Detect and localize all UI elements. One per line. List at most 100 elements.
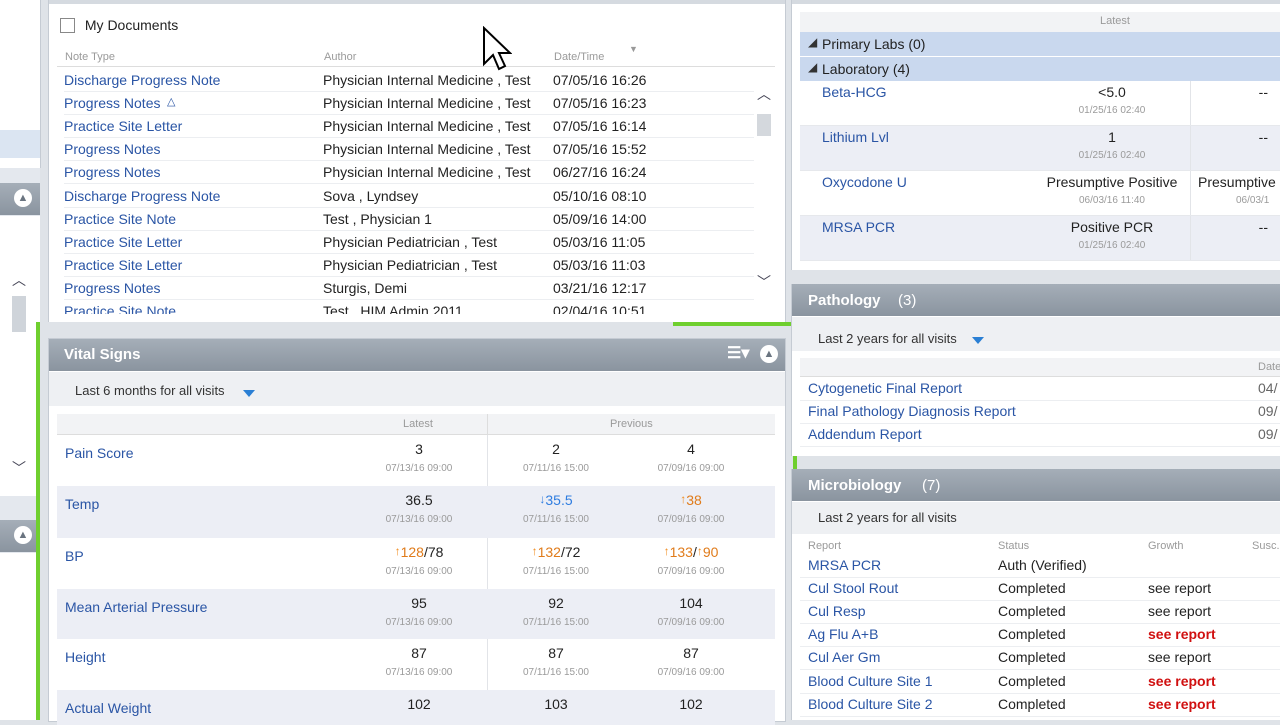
laboratory-group[interactable]: ◢ Laboratory (4) [800, 56, 1280, 81]
document-note-type[interactable]: Practice Site Letter [64, 118, 182, 134]
micro-report-name[interactable]: Blood Culture Site 2 [808, 696, 933, 712]
vital-name[interactable]: Height [65, 649, 105, 665]
my-documents-filter[interactable]: My Documents [60, 16, 178, 33]
lab-row[interactable]: MRSA PCR Positive PCR 01/25/16 02:40 -- [800, 216, 1280, 261]
document-note-type[interactable]: Practice Site Note [64, 211, 176, 227]
pathology-report-name[interactable]: Addendum Report [808, 426, 922, 442]
pathology-count: (3) [898, 292, 917, 309]
vital-name[interactable]: BP [65, 548, 84, 564]
document-row[interactable]: Discharge Progress Note Physician Interna… [64, 68, 754, 92]
micro-growth-link[interactable]: see report [1148, 603, 1211, 619]
microbiology-row[interactable]: Cul Aer Gm Completed see report [800, 646, 1280, 671]
document-row[interactable]: Practice Site Note Test , HIM Admin 2011 0… [64, 299, 754, 314]
vital-name[interactable]: Temp [65, 496, 99, 512]
vital-value-text: 2 [552, 441, 560, 457]
document-note-type[interactable]: Progress Notes [64, 95, 160, 111]
vital-row[interactable]: BP ↑128/78 07/13/16 09:00 ↑132/72 07/11/16 1… [57, 538, 775, 589]
lab-row[interactable]: Lithium Lvl 1 01/25/16 02:40 -- [800, 126, 1280, 171]
lab-name[interactable]: Oxycodone U [822, 174, 907, 190]
document-note-type[interactable]: Practice Site Note [64, 303, 176, 314]
document-row[interactable]: Practice Site Letter Physician Pediatrici… [64, 253, 754, 277]
lab-row[interactable]: Oxycodone U Presumptive Positive 06/03/16 … [800, 171, 1280, 216]
document-row[interactable]: Progress Notes Physician Internal Medicin… [64, 137, 754, 162]
micro-report-name[interactable]: Cul Stool Rout [808, 580, 898, 596]
lab-row[interactable]: Beta-HCG <5.0 01/25/16 02:40 -- [800, 81, 1280, 126]
document-row[interactable]: Practice Site Letter Physician Pediatrici… [64, 230, 754, 254]
document-note-type[interactable]: Discharge Progress Note [64, 188, 220, 204]
document-note-type[interactable]: Practice Site Letter [64, 257, 182, 273]
micro-status: Completed [998, 580, 1066, 597]
micro-report-name[interactable]: Ag Flu A+B [808, 626, 878, 642]
lab-latest-cell: <5.0 01/25/16 02:40 [1032, 84, 1192, 116]
expand-triangle-icon[interactable]: ◢ [808, 35, 817, 49]
collapse-icon[interactable]: ▲ [14, 189, 32, 207]
vital-name[interactable]: Mean Arterial Pressure [65, 599, 207, 615]
micro-growth-link[interactable]: see report [1148, 626, 1216, 642]
document-note-type[interactable]: Progress Notes [64, 141, 160, 157]
scroll-up-icon[interactable]: ︿ [757, 84, 771, 104]
micro-report-name[interactable]: Cul Aer Gm [808, 649, 880, 665]
scroll-up-icon[interactable]: ︿ [12, 270, 26, 290]
microbiology-row[interactable]: Cul Resp Completed see report [800, 600, 1280, 625]
collapse-icon[interactable]: ▲ [760, 345, 778, 363]
collapse-icon[interactable]: ▲ [14, 526, 32, 544]
vital-name[interactable]: Pain Score [65, 445, 133, 461]
pathology-row[interactable]: Cytogenetic Final Report 04/ [800, 377, 1280, 401]
filter-dropdown-icon[interactable] [243, 384, 255, 400]
microbiology-row[interactable]: MRSA PCR Auth (Verified) [800, 554, 1280, 578]
col-note-type[interactable]: Note Type [65, 51, 115, 63]
microbiology-row[interactable]: Blood Culture Site 1 Completed see report [800, 670, 1280, 694]
document-note-type[interactable]: Progress Notes [64, 280, 160, 296]
filter-dropdown-icon[interactable] [972, 331, 984, 347]
pathology-report-name[interactable]: Final Pathology Diagnosis Report [808, 403, 1016, 419]
vital-row[interactable]: Pain Score 3 07/13/16 09:00 2 07/11/16 15:00… [57, 435, 775, 486]
document-note-type[interactable]: Practice Site Letter [64, 234, 182, 250]
microbiology-row[interactable]: Cul Stool Rout Completed see report [800, 577, 1280, 602]
pathology-row[interactable]: Final Pathology Diagnosis Report 09/ [800, 400, 1280, 424]
scroll-down-icon[interactable]: ﹀ [12, 458, 26, 478]
micro-growth-link[interactable]: see report [1148, 580, 1211, 596]
pathology-report-name[interactable]: Cytogenetic Final Report [808, 380, 962, 396]
micro-report-name[interactable]: Cul Resp [808, 603, 866, 619]
primary-labs-group[interactable]: ◢ Primary Labs (0) [800, 32, 1280, 56]
scroll-down-icon[interactable]: ﹀ [757, 272, 771, 292]
my-documents-checkbox[interactable] [60, 17, 75, 33]
scrollbar-thumb[interactable] [12, 296, 26, 332]
vital-row[interactable]: Temp 36.5 07/13/16 09:00 ↓35.5 07/11/16 15:0… [57, 486, 775, 538]
micro-report-name[interactable]: Blood Culture Site 1 [808, 673, 933, 689]
micro-growth-link[interactable]: see report [1148, 696, 1216, 712]
menu-icon[interactable]: ☰▾ [727, 343, 749, 363]
lab-name[interactable]: MRSA PCR [822, 219, 895, 235]
lab-name[interactable]: Lithium Lvl [822, 129, 889, 145]
vital-signs-filter[interactable]: Last 6 months for all visits [49, 372, 785, 406]
pathology-row[interactable]: Addendum Report 09/ [800, 423, 1280, 447]
vital-value-cell: 87 07/11/16 15:00 [496, 645, 616, 678]
expand-triangle-icon[interactable]: ◢ [808, 60, 817, 74]
vital-row[interactable]: Height 87 07/13/16 09:00 87 07/11/16 15:00 87… [57, 639, 775, 690]
vital-row[interactable]: Mean Arterial Pressure 95 07/13/16 09:00 92… [57, 589, 775, 639]
document-row[interactable]: Progress Notes Physician Internal Medicin… [64, 160, 754, 185]
micro-growth-link[interactable]: see report [1148, 649, 1211, 665]
document-row[interactable]: Practice Site Letter Physician Internal M… [64, 114, 754, 139]
micro-growth-link[interactable]: see report [1148, 673, 1216, 689]
document-note-type[interactable]: Progress Notes [64, 164, 160, 180]
document-row[interactable]: Discharge Progress Note Sova , Lyndsey 05/… [64, 184, 754, 208]
document-note-type[interactable]: Discharge Progress Note [64, 72, 220, 88]
col-date-time[interactable]: Date/Time [554, 51, 604, 63]
sort-descending-icon[interactable]: ▼ [629, 44, 638, 54]
microbiology-row[interactable]: Ag Flu A+B Completed see report [800, 623, 1280, 648]
micro-status: Completed [998, 672, 1066, 689]
microbiology-row[interactable]: Blood Culture Site 2 Completed see report [800, 693, 1280, 717]
vital-timestamp: 07/11/16 15:00 [523, 514, 589, 525]
documents-scrollbar[interactable]: ︿ ﹀ [753, 80, 777, 300]
lab-name[interactable]: Beta-HCG [822, 84, 887, 100]
document-row[interactable]: Progress Notes Sturgis, Demi 03/21/16 12:1… [64, 276, 754, 300]
col-author[interactable]: Author [324, 51, 356, 63]
document-row[interactable]: Practice Site Note Test , Physician 1 05/0… [64, 207, 754, 231]
micro-report-name[interactable]: MRSA PCR [808, 557, 881, 573]
scrollbar-thumb[interactable] [757, 114, 771, 136]
microbiology-filter[interactable]: Last 2 years for all visits [792, 502, 1280, 534]
pathology-filter[interactable]: Last 2 years for all visits [792, 317, 1280, 351]
vital-name[interactable]: Actual Weight [65, 700, 151, 716]
document-row[interactable]: Progress Notes △ Physician Internal Medici… [64, 91, 754, 116]
